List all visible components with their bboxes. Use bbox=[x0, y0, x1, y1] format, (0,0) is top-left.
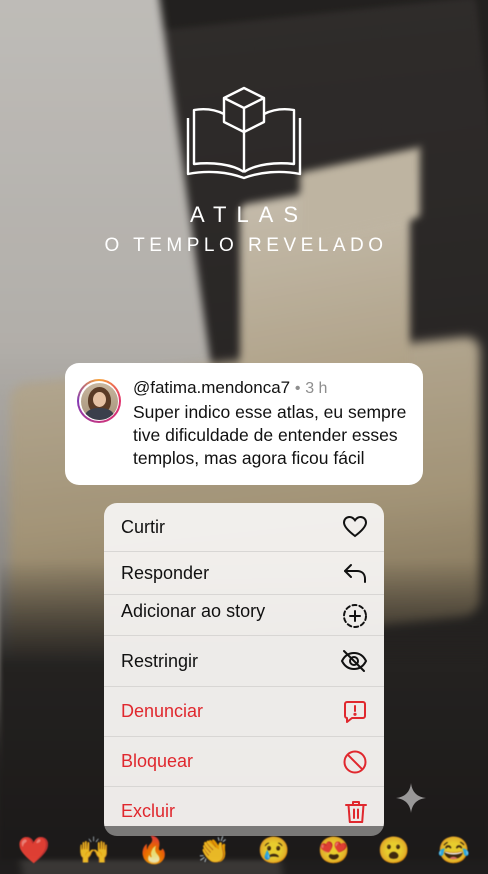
menu-item-label: Denunciar bbox=[121, 701, 204, 721]
eye-off-icon bbox=[340, 650, 368, 672]
menu-item-label: Curtir bbox=[121, 516, 165, 537]
comment-time: 3 h bbox=[305, 380, 328, 397]
avatar-photo bbox=[80, 382, 118, 420]
reaction-crying[interactable]: 😢 bbox=[258, 835, 290, 865]
reaction-clap[interactable]: 👏 bbox=[198, 835, 230, 865]
open-book-cube-icon bbox=[186, 86, 302, 180]
report-icon bbox=[344, 700, 366, 723]
avatar-story-ring[interactable] bbox=[77, 379, 121, 423]
reaction-heart-eyes[interactable]: 😍 bbox=[318, 835, 350, 865]
menu-item-report[interactable]: Denunciar bbox=[104, 687, 384, 736]
menu-item-label: Responder bbox=[121, 562, 210, 583]
block-icon bbox=[343, 750, 367, 773]
heart-icon bbox=[342, 515, 368, 538]
emoji-reaction-bar: ❤️ 🙌 🔥 👏 😢 😍 😮 😂 bbox=[0, 826, 488, 874]
sparkle-icon bbox=[396, 783, 426, 813]
reaction-fire[interactable]: 🔥 bbox=[138, 835, 170, 865]
reaction-raised-hands[interactable]: 🙌 bbox=[78, 835, 110, 865]
menu-item-label: Adicionar ao story bbox=[121, 601, 266, 621]
reply-arrow-icon bbox=[344, 564, 366, 583]
menu-item-label: Restringir bbox=[121, 650, 199, 671]
comment-context-menu: Curtir Responder Adicionar ao story Rest… bbox=[104, 503, 384, 836]
trash-icon bbox=[345, 800, 367, 823]
comment-separator: • bbox=[294, 380, 301, 397]
comment-bubble: @fatima.mendonca7 • 3 h Super indico ess… bbox=[65, 363, 423, 485]
menu-item-label: Excluir bbox=[121, 801, 176, 821]
add-story-icon bbox=[343, 604, 367, 628]
menu-item-add-to-story[interactable]: Adicionar ao story bbox=[104, 595, 384, 635]
reaction-laughing[interactable]: 😂 bbox=[438, 835, 470, 865]
comment-text: Super indico esse atlas, eu sempre tive … bbox=[133, 402, 407, 468]
menu-item-reply[interactable]: Responder bbox=[104, 552, 384, 594]
comment-username[interactable]: @fatima.mendonca7 bbox=[133, 378, 290, 397]
menu-item-restrict[interactable]: Restringir bbox=[104, 636, 384, 686]
menu-item-label: Bloquear bbox=[121, 751, 194, 771]
reaction-heart[interactable]: ❤️ bbox=[18, 835, 50, 865]
menu-item-like[interactable]: Curtir bbox=[104, 503, 384, 551]
atlas-logo: ATLAS O TEMPLO REVELADO bbox=[0, 84, 488, 257]
avatar bbox=[79, 381, 119, 421]
reaction-surprised[interactable]: 😮 bbox=[378, 835, 410, 865]
brand-subtitle: O TEMPLO REVELADO bbox=[104, 235, 388, 256]
menu-item-block[interactable]: Bloquear bbox=[104, 737, 384, 786]
brand-title: ATLAS bbox=[189, 202, 309, 227]
